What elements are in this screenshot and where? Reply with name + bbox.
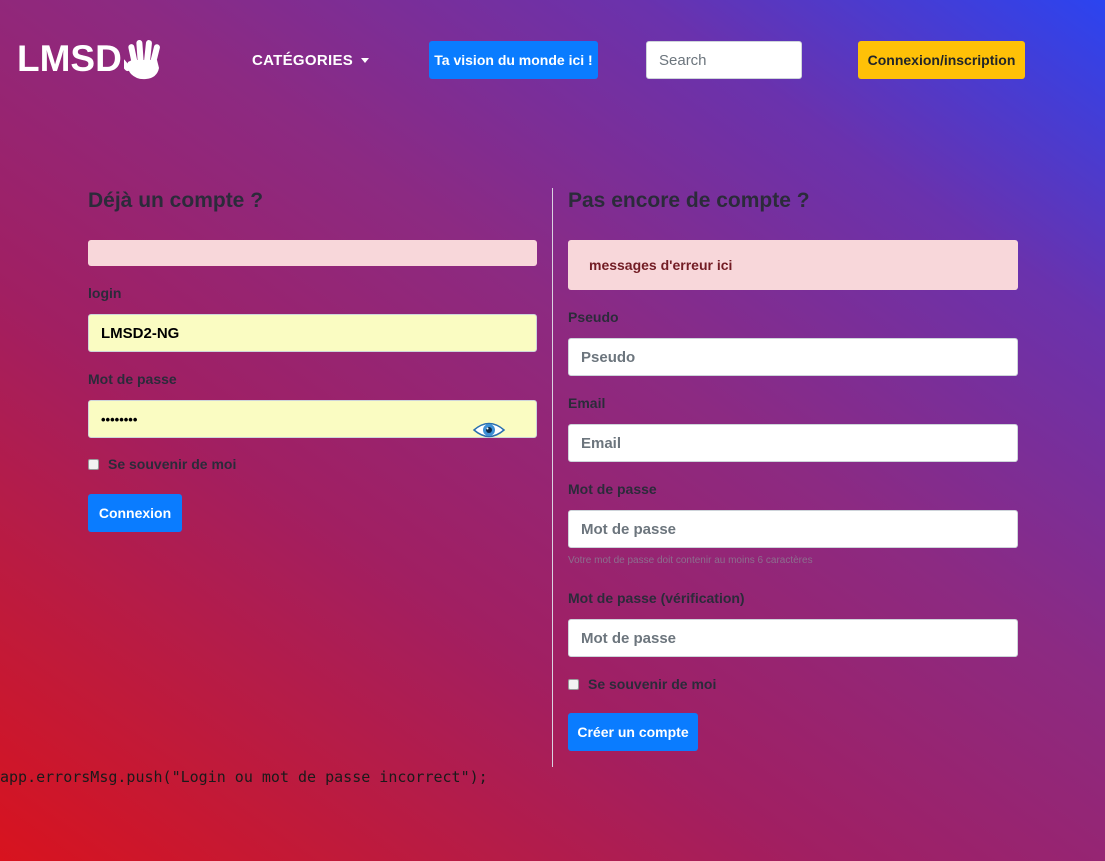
categories-dropdown[interactable]: CATÉGORIES [252, 48, 370, 72]
pseudo-label: Pseudo [568, 309, 619, 325]
categories-label: CATÉGORIES [252, 51, 354, 69]
register-remember-label: Se souvenir de moi [588, 676, 717, 692]
register-error-alert: messages d'erreur ici [568, 240, 1018, 290]
password-confirm-label: Mot de passe (vérification) [568, 590, 745, 606]
pseudo-input[interactable]: Pseudo [568, 338, 1018, 376]
eye-icon[interactable] [472, 418, 506, 442]
login-password-label: Mot de passe [88, 371, 177, 387]
pseudo-placeholder: Pseudo [581, 348, 636, 366]
login-password-input[interactable]: •••••••• [88, 400, 537, 438]
checkbox-box[interactable] [568, 678, 579, 690]
password-hint: Votre mot de passe doit contenir au moin… [568, 555, 813, 566]
email-input[interactable]: Email [568, 424, 1018, 462]
debug-output-text: app.errorsMsg.push("Login ou mot de pass… [0, 768, 488, 786]
login-remember-label: Se souvenir de moi [108, 456, 237, 472]
login-heading: Déjà un compte ? [88, 189, 264, 212]
create-account-button[interactable]: Créer un compte [568, 713, 698, 751]
login-submit-button[interactable]: Connexion [88, 494, 182, 532]
checkbox-box[interactable] [88, 458, 99, 470]
email-label: Email [568, 395, 606, 411]
password-confirm-placeholder: Mot de passe [581, 629, 677, 647]
register-remember-checkbox[interactable]: Se souvenir de moi [568, 676, 716, 692]
register-heading: Pas encore de compte ? [568, 189, 810, 212]
site-logo[interactable]: LMSD [17, 38, 164, 80]
column-divider [552, 188, 553, 767]
vision-button[interactable]: Ta vision du monde ici ! [429, 41, 598, 79]
login-label: login [88, 285, 122, 301]
email-placeholder: Email [581, 434, 622, 452]
register-password-label: Mot de passe [568, 481, 657, 497]
password-confirm-input[interactable]: Mot de passe [568, 619, 1018, 657]
connect-register-button[interactable]: Connexion/inscription [858, 41, 1025, 79]
logo-text: LMSD [17, 38, 122, 79]
search-input[interactable] [646, 41, 802, 79]
login-password-value: •••••••• [101, 411, 138, 427]
register-password-placeholder: Mot de passe [581, 520, 677, 538]
login-error-alert [88, 240, 537, 266]
login-input[interactable]: LMSD2-NG [88, 314, 537, 352]
login-remember-checkbox[interactable]: Se souvenir de moi [88, 456, 236, 472]
login-input-value: LMSD2-NG [101, 324, 180, 342]
hand-icon [123, 40, 160, 80]
register-password-input[interactable]: Mot de passe [568, 510, 1018, 548]
caret-down-icon [361, 57, 370, 63]
